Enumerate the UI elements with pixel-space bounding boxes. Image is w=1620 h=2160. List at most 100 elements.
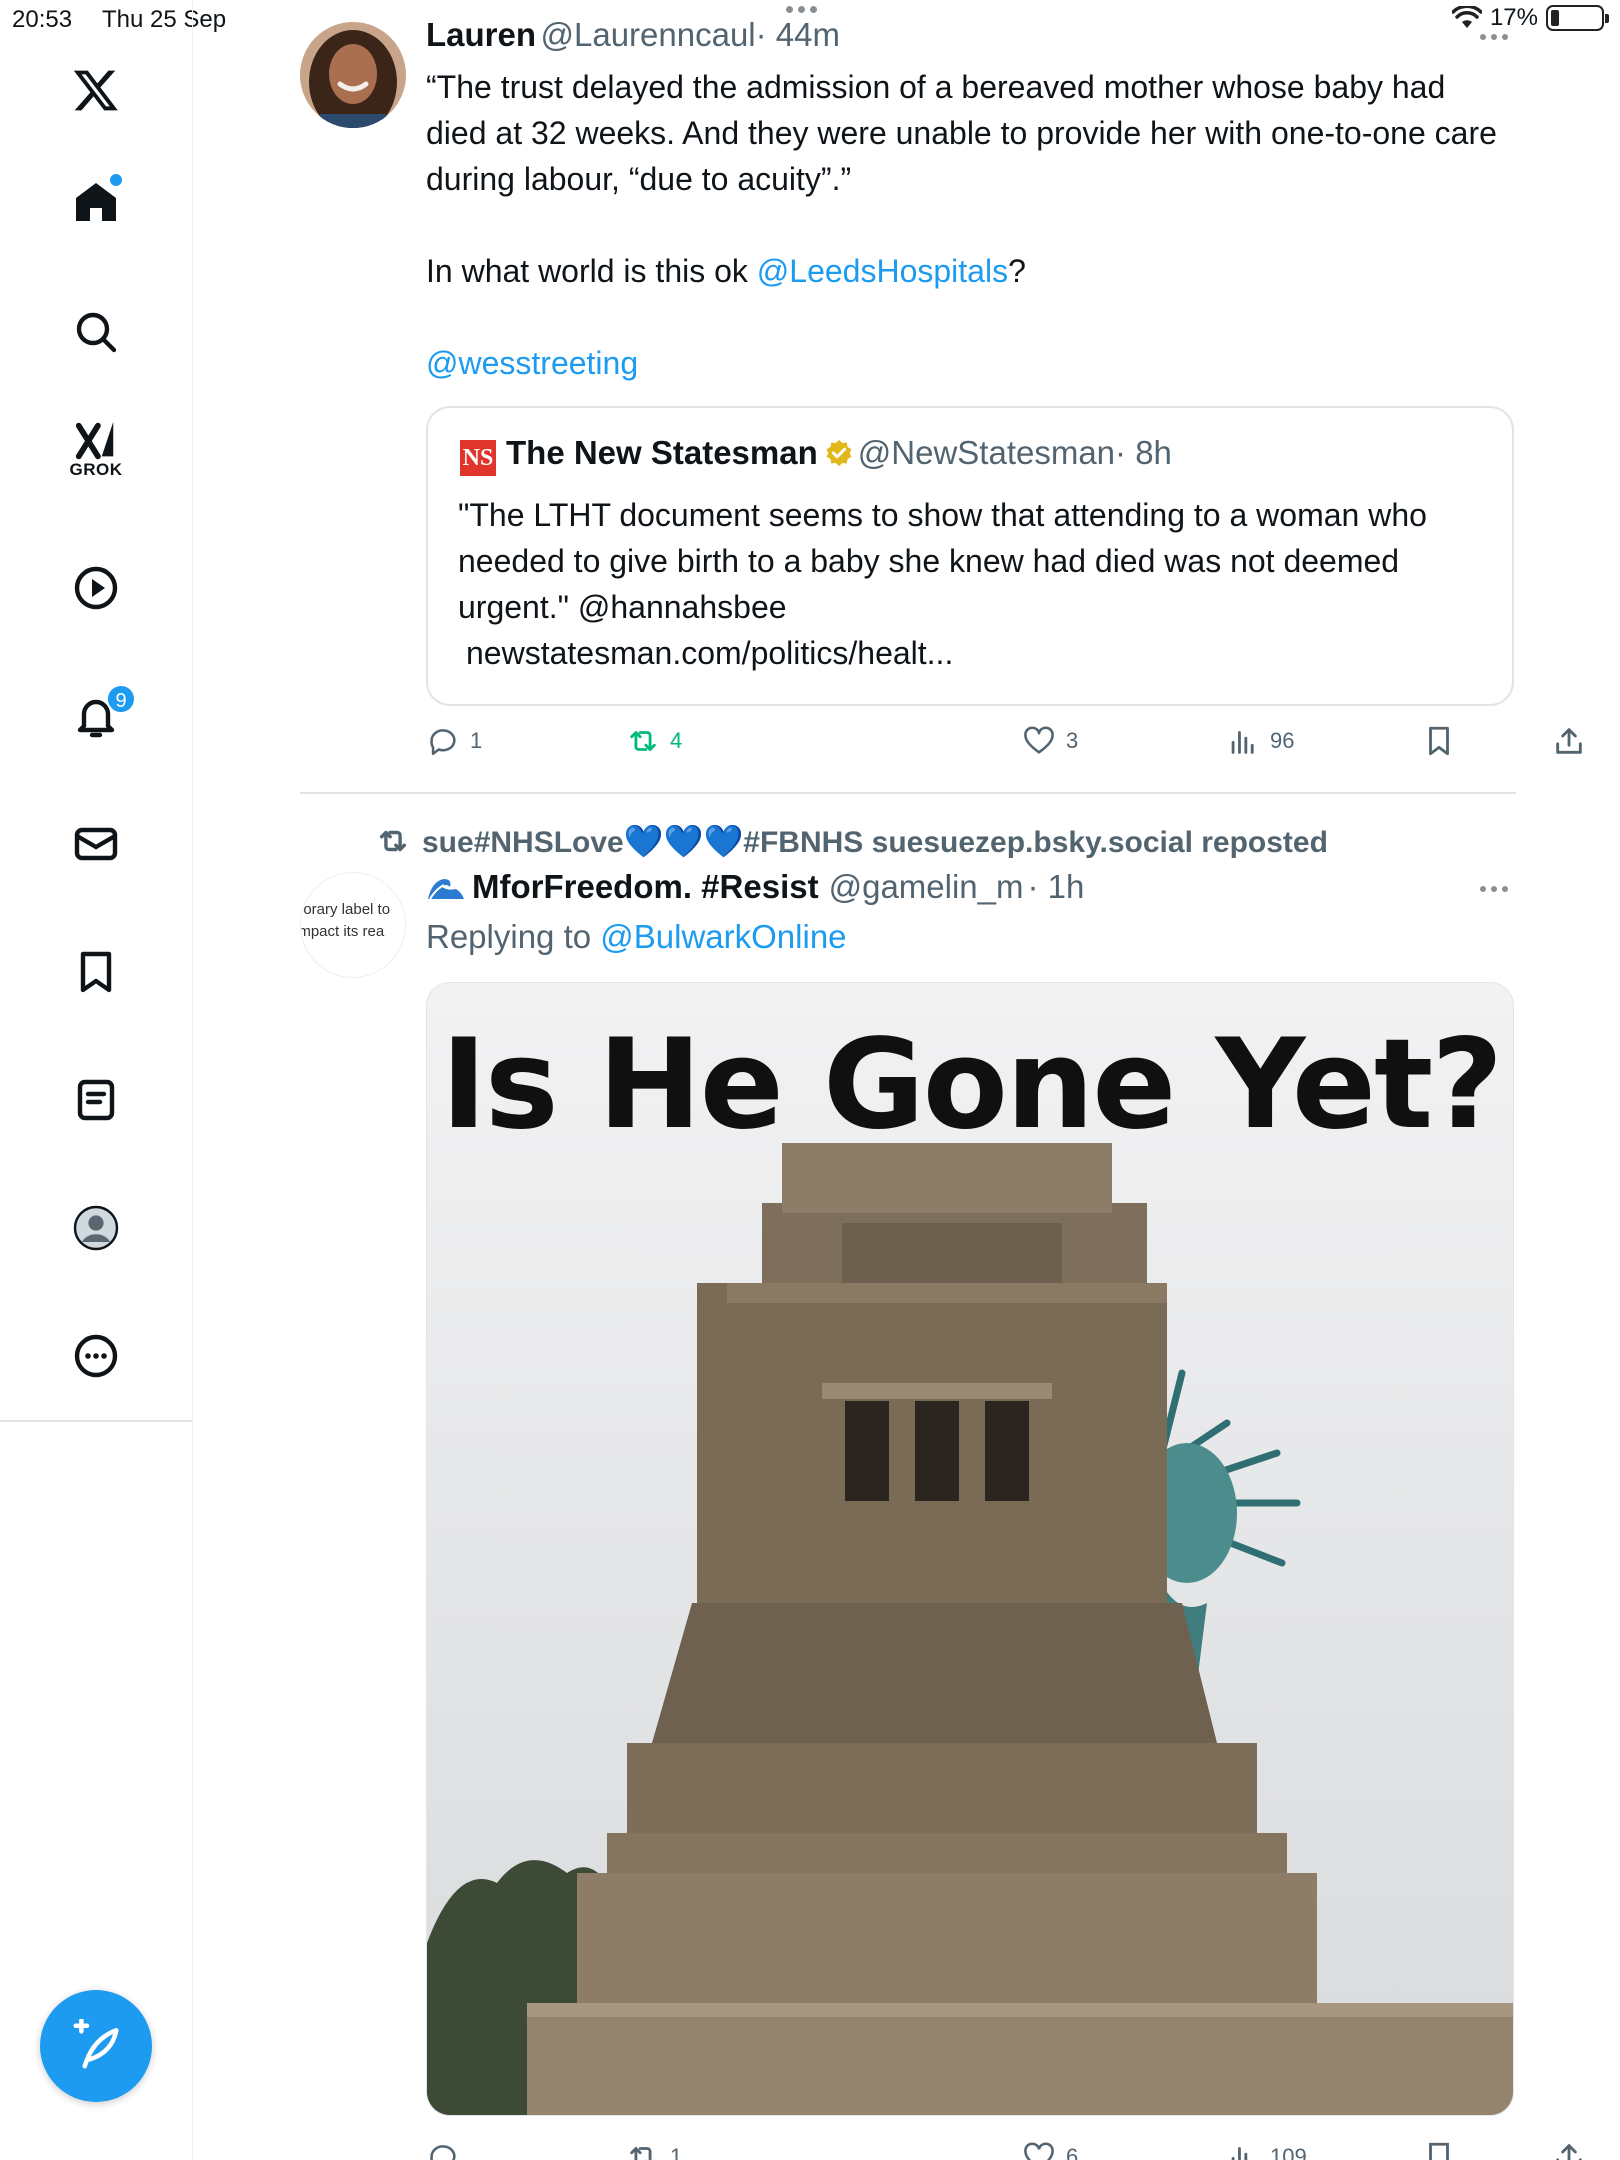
quote-body: "The LTHT document seems to show that at… (458, 497, 1427, 625)
avatar-photo (300, 22, 406, 128)
profile-icon (73, 1205, 119, 1251)
repost-context[interactable]: sue#NHSLove💙💙💙#FBNHS suesuezep.bsky.soci… (376, 822, 1328, 860)
tweet2-time: · 1h (1027, 868, 1085, 905)
sidebar-item-messages[interactable] (56, 804, 136, 884)
timeline: Lauren @Laurenncaul· 44m “The trust dela… (194, 0, 1620, 2160)
blue-hearts: 💙💙💙 (623, 823, 744, 859)
reply-count: 1 (470, 728, 483, 753)
repost-context-icon (379, 830, 407, 852)
sidebar-item-profile[interactable] (56, 1188, 136, 1268)
tweet2-actions: 1 6 109 (426, 2140, 1582, 2160)
tweet1-time: · 44m (755, 16, 840, 53)
repost-button[interactable]: 4 (626, 724, 682, 758)
compose-feather-icon (73, 2019, 119, 2069)
mail-icon (74, 827, 118, 861)
tweet1-line2-prefix: In what world is this ok (426, 253, 757, 289)
tweet2-views-button[interactable]: 109 (1226, 2140, 1307, 2160)
wave-emoji-icon (426, 871, 466, 903)
like-button[interactable]: 3 (1022, 724, 1078, 758)
compose-button[interactable] (40, 1990, 152, 2102)
quote-name: The New Statesman (506, 434, 818, 471)
share-icon (1556, 728, 1582, 754)
views-button[interactable]: 96 (1226, 724, 1294, 758)
quote-text: "The LTHT document seems to show that at… (458, 492, 1488, 676)
tweet1-name[interactable]: Lauren (426, 16, 536, 53)
tweet2-views-icon (1231, 2147, 1253, 2160)
tweet2-repost-icon (630, 2146, 655, 2160)
tweet2-handle[interactable]: @gamelin_m (829, 868, 1024, 906)
verified-gold-icon (826, 439, 852, 467)
tweet2-more-icon[interactable] (1480, 886, 1508, 892)
tweet1-line2-suffix: ? (1008, 253, 1026, 289)
tweet-separator (300, 792, 1516, 794)
tweet2-bookmark-icon (1429, 2142, 1449, 2160)
image-caption: Is He Gone Yet? (440, 1013, 1503, 1157)
sidebar-item-notifications[interactable]: 9 (56, 676, 136, 756)
tweet2-share-icon (1556, 2143, 1582, 2160)
tweet2-name[interactable]: MforFreedom. #Resist (472, 868, 819, 906)
views-count: 96 (1270, 728, 1295, 753)
grok-label: GROK (69, 460, 123, 479)
more-circle-icon (74, 1334, 118, 1378)
repost-rest: #FBNHS suesuezep.bsky.social reposted (743, 826, 1328, 859)
bookmark-button[interactable] (1422, 724, 1456, 758)
reply-button[interactable]: 1 (426, 724, 482, 758)
heart-icon (1024, 726, 1054, 754)
repost-count: 4 (670, 728, 683, 753)
tweet1-actions: 1 4 3 96 (426, 724, 1582, 764)
like-count: 3 (1066, 728, 1079, 753)
sidebar: GROK 9 (0, 0, 193, 2160)
tweet1-line2: In what world is this ok @LeedsHospitals… (426, 248, 1506, 294)
quote-link[interactable]: newstatesman.com/politics/healt... (466, 635, 953, 671)
sidebar-item-video[interactable] (56, 548, 136, 628)
new-statesman-logo: NS (460, 440, 496, 476)
tweet2-heart-icon (1024, 2142, 1054, 2160)
notifications-badge: 9 (106, 684, 136, 714)
tweet2-share-button[interactable] (1552, 2140, 1586, 2160)
tweet2-repost-button[interactable]: 1 (626, 2140, 682, 2160)
quote-header: The New Statesman @NewStatesman· 8h (506, 434, 1172, 472)
play-icon (74, 566, 118, 610)
sidebar-item-search[interactable] (56, 292, 136, 372)
replying-to: Replying to @BulwarkOnline (426, 918, 847, 956)
tweet2-views-count: 109 (1270, 2144, 1307, 2160)
x-logo-icon[interactable] (56, 50, 136, 130)
avatar-text: porary label to impact its rea (300, 899, 405, 943)
bookmark-icon (80, 951, 112, 993)
repost-user: sue#NHSLove (422, 826, 624, 859)
tweet1-handle[interactable]: @Laurenncaul (540, 16, 755, 53)
replying-prefix: Replying to (426, 918, 601, 955)
tweet2-header: MforFreedom. #Resist @gamelin_m · 1h (426, 868, 1084, 906)
quoted-tweet-card[interactable]: NS The New Statesman @NewStatesman· 8h "T… (426, 406, 1514, 706)
replying-handle[interactable]: @BulwarkOnline (600, 918, 846, 955)
tweet2-reply-icon (430, 2145, 456, 2160)
sidebar-item-more[interactable] (56, 1316, 136, 1396)
mention-leedshospitals[interactable]: @LeedsHospitals (757, 253, 1008, 289)
mention-wesstreeting[interactable]: @wesstreeting (426, 340, 1506, 386)
sidebar-item-grok[interactable]: GROK (56, 412, 136, 492)
tweet2-like-button[interactable]: 6 (1022, 2140, 1078, 2160)
search-icon (76, 312, 117, 353)
tweet2-reply-button[interactable] (426, 2140, 470, 2160)
quote-time: · 8h (1115, 434, 1172, 471)
repost-icon (630, 731, 656, 751)
list-icon (77, 1079, 115, 1121)
grok-icon (75, 421, 114, 460)
tweet1-more-icon[interactable] (1480, 34, 1508, 40)
sidebar-item-bookmarks[interactable] (56, 932, 136, 1012)
tweet1-header: Lauren @Laurenncaul· 44m (426, 16, 840, 54)
sidebar-item-lists[interactable] (56, 1060, 136, 1140)
views-icon (1231, 731, 1254, 754)
tweet2-image[interactable]: Is He Gone Yet? (426, 982, 1514, 2116)
sidebar-divider (0, 1420, 193, 1422)
sidebar-item-home[interactable] (56, 162, 136, 242)
avatar-lauren[interactable] (300, 22, 406, 128)
avatar-mforfreedom[interactable]: porary label to impact its rea (300, 872, 406, 978)
share-button[interactable] (1552, 724, 1586, 758)
home-unread-dot (110, 174, 122, 186)
tweet1-text: “The trust delayed the admission of a be… (426, 69, 1497, 197)
avatar-text-line1: porary label to (300, 901, 391, 918)
tweet2-bookmark-button[interactable] (1422, 2140, 1456, 2160)
avatar-text-line2: impact its rea (300, 923, 385, 940)
tweet2-like-count: 6 (1066, 2144, 1079, 2160)
